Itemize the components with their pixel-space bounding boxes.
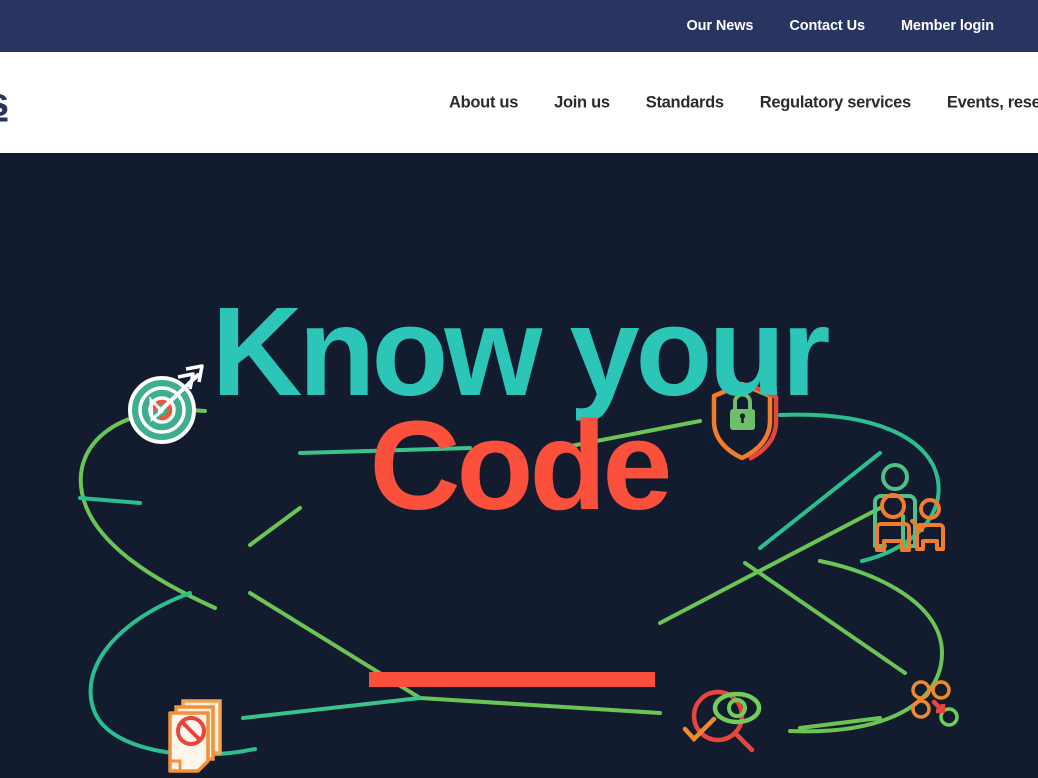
site-header: ss About us Join us Standards Regulatory… bbox=[0, 52, 1038, 153]
nav-item-about-us[interactable]: About us bbox=[449, 93, 518, 112]
hero-illustration bbox=[78, 364, 959, 773]
orbit-line-diag-1 bbox=[248, 506, 302, 547]
top-link-our-news[interactable]: Our News bbox=[687, 18, 754, 34]
orbit-line-diag-6 bbox=[758, 451, 882, 550]
orbit-line-diag-8 bbox=[658, 506, 882, 625]
orbit-line-diag-9 bbox=[78, 496, 142, 505]
top-link-contact-us[interactable]: Contact Us bbox=[789, 18, 865, 34]
magnifier-eye-icon bbox=[682, 689, 762, 753]
circles-arrow-icon bbox=[911, 680, 959, 727]
hero-banner: Know your Code bbox=[0, 153, 1038, 778]
orbit-line-diag-2 bbox=[248, 591, 422, 700]
target-arrow-icon bbox=[128, 364, 204, 444]
main-navigation: About us Join us Standards Regulatory se… bbox=[449, 93, 1038, 112]
nav-item-join-us[interactable]: Join us bbox=[554, 93, 610, 112]
nav-item-regulatory-services[interactable]: Regulatory services bbox=[760, 93, 911, 112]
orbit-line-diag-5 bbox=[543, 419, 702, 453]
orbit-line-diag-4 bbox=[298, 446, 472, 455]
nav-item-standards[interactable]: Standards bbox=[646, 93, 724, 112]
orbit-line-diag-3 bbox=[418, 696, 662, 715]
family-people-icon bbox=[873, 463, 945, 552]
site-logo[interactable]: ss bbox=[0, 80, 9, 125]
orbit-line-diag-10 bbox=[241, 696, 422, 720]
top-utility-nav: Our News Contact Us Member login bbox=[687, 18, 995, 34]
shield-lock-icon bbox=[711, 381, 779, 462]
top-utility-bar: Our News Contact Us Member login bbox=[0, 0, 1038, 52]
documents-prohibited-icon bbox=[168, 699, 222, 773]
top-link-member-login[interactable]: Member login bbox=[901, 18, 994, 34]
nav-item-events-research[interactable]: Events, research bbox=[947, 93, 1038, 112]
